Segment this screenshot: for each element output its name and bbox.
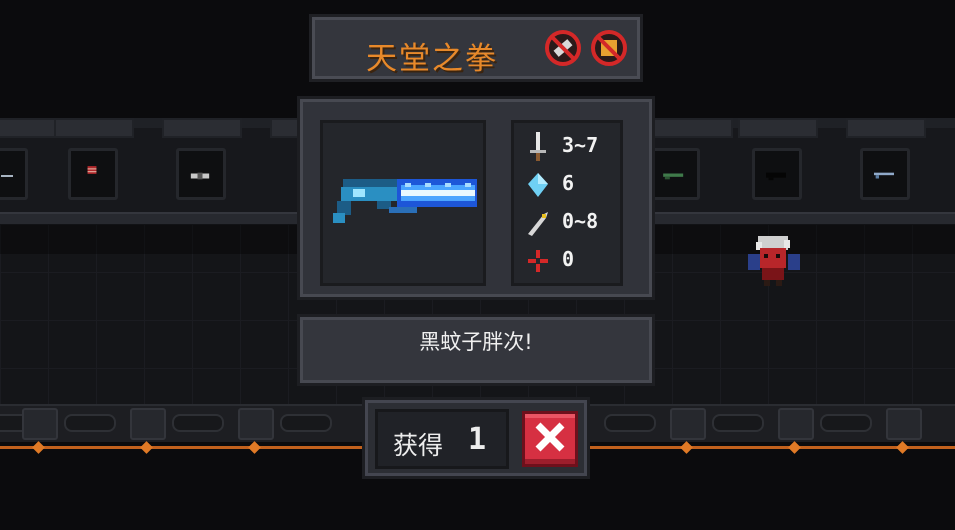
wall-pillar bbox=[653, 118, 733, 138]
weapon-display-alcove bbox=[650, 148, 700, 200]
item-description: 黑蚊子胖次! bbox=[419, 330, 533, 354]
wall-pillar bbox=[846, 118, 926, 138]
no-melee-icon bbox=[545, 30, 581, 66]
item-info-panel: 3~7 6 0~8 0 bbox=[297, 96, 655, 300]
item-description-panel: 黑蚊子胖次! bbox=[297, 314, 655, 386]
rail-slot bbox=[604, 414, 656, 432]
item-name: 天堂之拳 bbox=[366, 41, 498, 77]
accent-dot bbox=[680, 441, 693, 454]
sword-icon bbox=[530, 132, 546, 161]
no-ammo-icon bbox=[591, 30, 627, 66]
weapon-stats: 3~7 6 0~8 0 bbox=[511, 120, 623, 286]
energy-crystal-icon bbox=[528, 173, 548, 197]
wall-pillar bbox=[162, 118, 242, 138]
accent-dot bbox=[896, 441, 909, 454]
crit-blade-icon bbox=[528, 212, 548, 236]
accent-dot bbox=[32, 441, 45, 454]
stat-energy: 6 bbox=[526, 168, 616, 200]
rail-slot bbox=[820, 414, 872, 432]
rail-slot bbox=[64, 414, 116, 432]
energy-value: 6 bbox=[562, 171, 575, 195]
spread-value: 0 bbox=[562, 247, 575, 271]
bandage-weapon-icon bbox=[190, 172, 210, 180]
obtain-count: 1 bbox=[468, 422, 487, 457]
crit-value: 0~8 bbox=[562, 209, 599, 233]
accent-dot bbox=[248, 441, 261, 454]
obtain-label: 获得 bbox=[393, 431, 444, 460]
crosshair-icon bbox=[528, 250, 548, 272]
accent-dot bbox=[788, 441, 801, 454]
game-scene: 天堂之拳 3~7 6 0~8 0 黑蚊子胖次! 获得 1 bbox=[0, 0, 955, 530]
wall-pillar bbox=[0, 118, 60, 138]
weapon-display-alcove bbox=[752, 148, 802, 200]
wall-pillar bbox=[54, 118, 134, 138]
rail-block bbox=[22, 408, 58, 440]
weapon-display-alcove bbox=[860, 148, 910, 200]
dark-gun-icon bbox=[766, 172, 786, 181]
dynamite-icon bbox=[87, 166, 97, 174]
obtain-info: 获得 1 bbox=[375, 409, 509, 469]
rifle-icon bbox=[663, 173, 684, 180]
close-button[interactable] bbox=[522, 411, 578, 467]
weapon-display-alcove bbox=[176, 148, 226, 200]
rail-block bbox=[886, 408, 922, 440]
accent-dot bbox=[140, 441, 153, 454]
player-character bbox=[748, 236, 800, 286]
wall-pillar bbox=[738, 118, 818, 138]
close-x-icon bbox=[535, 422, 565, 452]
blue-gun-icon bbox=[874, 172, 894, 179]
stat-spread: 0 bbox=[526, 244, 616, 276]
stat-crit: 0~8 bbox=[526, 206, 616, 238]
rail-block bbox=[778, 408, 814, 440]
item-title-panel: 天堂之拳 bbox=[309, 14, 643, 82]
rail-slot bbox=[712, 414, 764, 432]
rail-slot bbox=[280, 414, 332, 432]
pistol-icon bbox=[1, 175, 13, 177]
rail-block bbox=[130, 408, 166, 440]
stat-damage: 3~7 bbox=[526, 130, 616, 162]
weapon-display-alcove bbox=[68, 148, 118, 200]
rail-block bbox=[670, 408, 706, 440]
weapon-display-alcove bbox=[0, 148, 28, 200]
laser-gun-icon bbox=[333, 179, 477, 223]
obtain-panel: 获得 1 bbox=[362, 397, 590, 479]
weapon-preview bbox=[320, 120, 486, 286]
rail-slot bbox=[172, 414, 224, 432]
rail-block bbox=[238, 408, 274, 440]
damage-value: 3~7 bbox=[562, 133, 599, 157]
